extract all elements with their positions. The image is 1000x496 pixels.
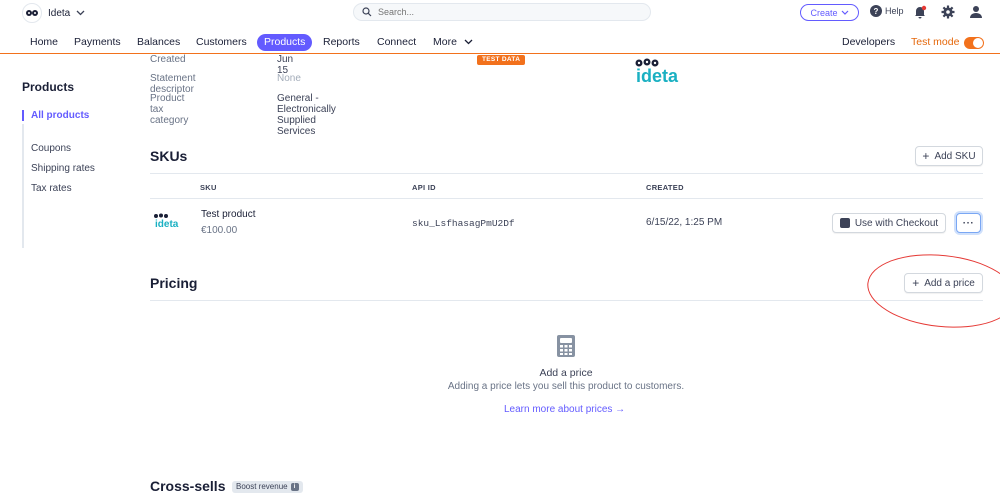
add-price-label: Add a price — [924, 277, 975, 289]
divider — [150, 198, 983, 199]
nav-customers[interactable]: Customers — [196, 34, 247, 51]
detail-label: Statement descriptor — [150, 73, 196, 95]
help-button[interactable]: ? Help — [870, 5, 904, 17]
sku-price: €100.00 — [201, 225, 238, 236]
add-sku-label: Add SKU — [934, 150, 976, 162]
sidebar-title: Products — [22, 80, 75, 94]
main-nav: Home Payments Balances Customers Product… — [0, 30, 1000, 54]
nav-more[interactable]: More — [433, 34, 473, 51]
sku-logo-text: ideta — [155, 219, 179, 229]
divider — [150, 173, 983, 174]
plus-icon: + — [922, 149, 930, 163]
chevron-down-icon — [841, 10, 848, 15]
boost-revenue-badge: Boost revenue i — [232, 481, 303, 493]
nav-connect[interactable]: Connect — [377, 34, 416, 51]
test-data-badge: TEST DATA — [477, 55, 526, 65]
use-with-checkout-button[interactable]: Use with Checkout — [832, 213, 946, 233]
create-label: Create — [810, 7, 838, 18]
column-header-created: CREATED — [646, 183, 684, 192]
learn-more-prices-link[interactable]: Learn more about prices → — [504, 404, 625, 415]
empty-state-description: Adding a price lets you sell this produc… — [447, 381, 685, 392]
detail-value: None — [277, 73, 301, 84]
create-button[interactable]: Create — [800, 4, 859, 21]
search-icon — [362, 7, 372, 17]
sidebar-item-coupons[interactable]: Coupons — [22, 143, 71, 154]
chevron-down-icon — [76, 10, 85, 16]
chevron-down-icon — [464, 39, 473, 45]
nav-products[interactable]: Products — [257, 34, 313, 51]
sku-name: Test product — [201, 209, 256, 220]
sidebar-item-tax-rates[interactable]: Tax rates — [22, 183, 72, 194]
help-icon: ? — [870, 5, 882, 17]
skus-title: SKUs — [150, 148, 188, 164]
account-logo — [22, 3, 42, 23]
use-with-checkout-label: Use with Checkout — [854, 217, 939, 229]
sku-image: ideta — [153, 213, 189, 234]
column-header-sku: SKU — [200, 183, 217, 192]
toggle-switch[interactable] — [964, 36, 985, 49]
user-icon — [970, 6, 982, 18]
developers-link[interactable]: Developers — [842, 34, 895, 51]
more-actions-button[interactable]: ··· — [956, 213, 981, 233]
nav-more-label: More — [433, 36, 457, 48]
sku-api-id: sku_LsfhasagPmU2Df — [412, 218, 515, 229]
sidebar: Products All products Coupons Shipping r… — [22, 80, 132, 248]
nav-reports[interactable]: Reports — [323, 34, 360, 51]
boost-revenue-label: Boost revenue — [236, 482, 288, 491]
detail-label: Product tax category — [150, 93, 189, 126]
account-name: Ideta — [48, 7, 71, 19]
pricing-title: Pricing — [150, 275, 198, 291]
product-image: ideta — [633, 58, 701, 91]
nav-balances[interactable]: Balances — [137, 34, 180, 51]
help-label: Help — [885, 6, 904, 16]
bell-icon — [915, 5, 927, 19]
add-sku-button[interactable]: + Add SKU — [915, 146, 983, 166]
sidebar-item-all-products[interactable]: All products — [22, 110, 89, 121]
info-icon: i — [290, 483, 299, 491]
profile-button[interactable] — [969, 5, 983, 24]
test-mode-label: Test mode — [911, 36, 960, 48]
more-dots-icon: ··· — [962, 217, 975, 229]
detail-value: General - Electronically Supplied Servic… — [277, 93, 336, 137]
detail-label: Created — [150, 54, 186, 65]
plus-icon: + — [912, 276, 920, 290]
search-bar[interactable] — [353, 3, 651, 21]
gear-icon — [941, 5, 955, 19]
checkout-icon — [839, 218, 850, 228]
calculator-icon — [556, 334, 576, 363]
nav-home[interactable]: Home — [30, 34, 58, 51]
sku-created: 6/15/22, 1:25 PM — [646, 217, 723, 228]
notifications-button[interactable] — [913, 5, 927, 24]
add-price-button[interactable]: + Add a price — [904, 273, 983, 293]
settings-button[interactable] — [941, 5, 955, 24]
column-header-api-id: API ID — [412, 183, 436, 192]
top-bar: Ideta Create ? Help — [0, 0, 1000, 26]
product-logo-text: ideta — [636, 66, 679, 86]
search-input[interactable] — [378, 7, 638, 17]
sidebar-item-shipping-rates[interactable]: Shipping rates — [22, 163, 95, 174]
nav-payments[interactable]: Payments — [74, 34, 121, 51]
divider — [150, 300, 983, 301]
cross-sells-title: Cross-sells — [150, 478, 226, 494]
account-switcher[interactable]: Ideta — [22, 3, 85, 23]
empty-state-title: Add a price — [539, 367, 593, 379]
test-mode-toggle[interactable]: Test mode — [911, 34, 985, 51]
